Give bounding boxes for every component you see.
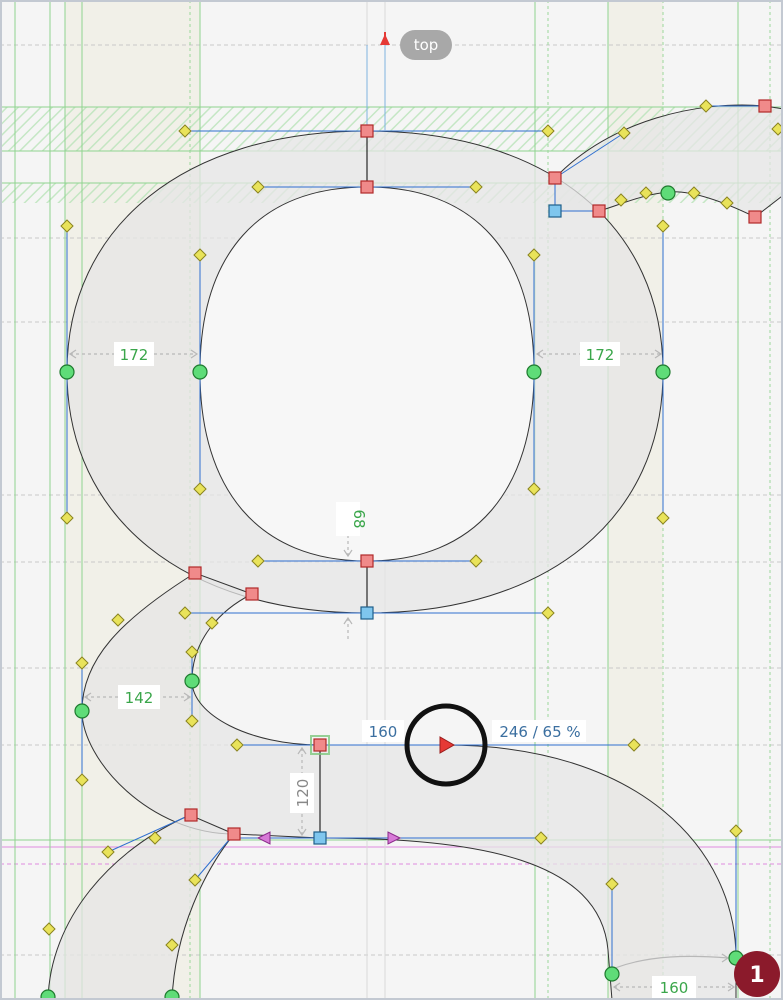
corner-point[interactable] — [748, 210, 762, 224]
measure-thickness-value: 120 — [294, 779, 312, 808]
smooth-point[interactable] — [192, 364, 208, 380]
smooth-point[interactable] — [59, 364, 75, 380]
glyph-editor-canvas[interactable]: top 172 172 68 142 120 160 246 / 65 % 16… — [0, 0, 783, 1000]
upper-bowl-counter[interactable] — [199, 186, 535, 562]
corner-point[interactable] — [360, 124, 374, 138]
corner-point[interactable] — [360, 180, 374, 194]
top-guide-label: top — [414, 36, 439, 54]
measure-tail-value: 160 — [660, 979, 689, 997]
measure-handle-value: 160 — [369, 723, 398, 741]
glyph-canvas-svg[interactable]: top 172 172 68 142 120 160 246 / 65 % 16… — [0, 0, 783, 1000]
corner-point[interactable] — [188, 566, 202, 580]
anchor-point[interactable] — [548, 204, 562, 218]
anchor-point[interactable] — [360, 606, 374, 620]
corner-point[interactable] — [592, 204, 606, 218]
corner-point[interactable] — [758, 99, 772, 113]
measure-left-bowl-value: 172 — [120, 346, 149, 364]
smooth-point[interactable] — [526, 364, 542, 380]
anchor-point[interactable] — [313, 831, 327, 845]
smooth-point[interactable] — [660, 185, 676, 201]
corner-point[interactable] — [245, 587, 259, 601]
measure-tension-value: 246 / 65 % — [499, 723, 580, 741]
measure-link-value: 142 — [125, 689, 154, 707]
smooth-point[interactable] — [74, 703, 90, 719]
corner-point-selected[interactable] — [313, 738, 327, 752]
corner-point[interactable] — [184, 808, 198, 822]
smooth-point[interactable] — [604, 966, 620, 982]
badge-count: 1 — [749, 963, 764, 988]
corner-point[interactable] — [548, 171, 562, 185]
measure-bowl-gap-value: 68 — [350, 509, 368, 528]
smooth-point[interactable] — [655, 364, 671, 380]
corner-point[interactable] — [360, 554, 374, 568]
smooth-point[interactable] — [184, 673, 200, 689]
corner-point[interactable] — [227, 827, 241, 841]
notification-badge[interactable]: 1 — [734, 951, 780, 997]
measure-right-bowl-value: 172 — [586, 346, 615, 364]
